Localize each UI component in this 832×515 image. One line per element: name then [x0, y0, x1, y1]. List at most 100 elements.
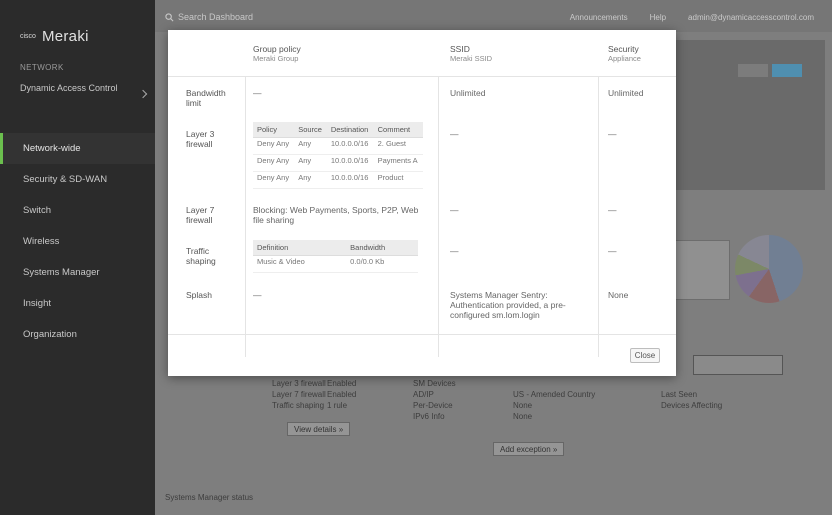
footer-divider: [168, 334, 676, 335]
splash-ssid-value: Systems Manager Sentry: Authentication p…: [450, 290, 566, 320]
column-subtitle: Appliance: [608, 54, 641, 63]
traffic-shaping-table: Definition Bandwidth Music & Video 0.0/0…: [253, 240, 418, 273]
table-cell: Any: [294, 171, 327, 189]
bandwidth-group-value: —: [253, 88, 262, 98]
splash-security-value: None: [608, 290, 629, 300]
layer3-rules-table: Policy Source Destination Comment Deny A…: [253, 122, 423, 189]
column-title: SSID: [450, 44, 470, 54]
chevron-right-icon[interactable]: [138, 89, 148, 99]
bg-stats-value-2: Enabled: [327, 390, 357, 399]
table-cell: 10.0.0.0/16: [326, 171, 374, 189]
policy-comparison-modal: Group policy Meraki Group SSID Meraki SS…: [168, 30, 676, 376]
column-header: Bandwidth: [346, 240, 418, 256]
column-header-security: Security Appliance: [608, 44, 641, 64]
column-subtitle: Meraki Group: [253, 54, 299, 63]
layer3-ssid-value: —: [450, 129, 459, 139]
table-cell: Deny Any: [253, 171, 295, 189]
column-header-ssid: SSID Meraki SSID: [450, 44, 492, 64]
bg-mid-value-2: None: [513, 401, 533, 410]
bg-stats-label-2: Layer 7 firewall: [272, 390, 326, 399]
background-photo: [660, 40, 825, 190]
network-selector[interactable]: Dynamic Access Control: [20, 83, 140, 94]
search-bar[interactable]: Search Dashboard: [165, 12, 253, 22]
table-header-row: Definition Bandwidth: [253, 240, 418, 256]
sidebar-item-security-sd-wan[interactable]: Security & SD-WAN: [0, 164, 155, 195]
row-label-splash: Splash: [186, 290, 212, 300]
help-menu[interactable]: Help: [650, 13, 666, 22]
announcements-menu[interactable]: Announcements: [570, 13, 628, 22]
table-cell: 10.0.0.0/16: [326, 137, 374, 155]
shaping-ssid-value: —: [450, 246, 459, 256]
bg-stats-value-3: 1 rule: [327, 401, 348, 410]
bg-stats-label-3: Traffic shaping: [272, 401, 325, 410]
sidebar-item-insight[interactable]: Insight: [0, 288, 155, 319]
column-header: Source: [294, 122, 327, 138]
splash-group-value: —: [253, 290, 262, 300]
table-cell: Payments A: [373, 154, 423, 172]
row-label-layer3: Layer 3 firewall: [186, 129, 215, 149]
column-header: Policy: [253, 122, 295, 138]
layer3-security-value: —: [608, 129, 617, 139]
top-bar: Search Dashboard Announcements Help admi…: [155, 0, 832, 32]
bg-mid-value-1: US - Amended Country: [513, 390, 596, 399]
layer7-security-value: —: [608, 205, 617, 215]
search-placeholder: Search Dashboard: [178, 12, 254, 22]
sidebar-nav: Network-wide Security & SD-WAN Switch Wi…: [0, 133, 155, 350]
bg-right-row-1: Last Seen: [661, 390, 698, 399]
bg-footer-title: Systems Manager status: [165, 493, 254, 502]
top-right-menu: Announcements Help admin@dynamicaccessco…: [570, 13, 814, 22]
column-divider-1: [245, 76, 246, 357]
column-title: Group policy: [253, 44, 301, 54]
bg-mid-row-3: Per-Device: [413, 401, 453, 410]
bg-right-row-2: Devices Affecting: [661, 401, 723, 410]
table-cell: Product: [373, 171, 423, 189]
bg-input-field[interactable]: [693, 355, 783, 375]
bandwidth-security-value: Unlimited: [608, 88, 644, 98]
close-button[interactable]: Close: [630, 348, 660, 363]
bg-mid-row-4: IPv6 Info: [413, 412, 445, 421]
row-label-traffic-shaping: Traffic shaping: [186, 246, 216, 266]
table-row: Deny Any Any 10.0.0.0/16 Product: [253, 171, 423, 189]
table-cell: Deny Any: [253, 154, 295, 172]
column-header: Destination: [326, 122, 374, 138]
table-row: Music & Video 0.0/0.0 Kb: [253, 255, 418, 273]
sidebar-item-organization[interactable]: Organization: [0, 319, 155, 350]
header-divider: [168, 76, 676, 77]
layer7-ssid-value: —: [450, 205, 459, 215]
bg-view-details-button[interactable]: View details »: [287, 422, 351, 436]
bg-add-exception-button[interactable]: Add exception »: [493, 442, 565, 456]
column-header: Definition: [253, 240, 347, 256]
background-pie-chart: [735, 235, 803, 303]
table-row: Deny Any Any 10.0.0.0/16 Payments A: [253, 154, 423, 172]
column-subtitle: Meraki SSID: [450, 54, 493, 63]
cisco-logo-mark: cisco: [20, 32, 36, 40]
search-icon: [165, 12, 174, 21]
meraki-logo[interactable]: cisco Meraki: [20, 26, 89, 46]
account-menu[interactable]: admin@dynamicaccesscontrol.com: [688, 13, 814, 22]
column-title: Security: [608, 44, 639, 54]
table-cell: Music & Video: [253, 255, 347, 273]
bg-mid-row-2: AD/IP: [413, 390, 434, 399]
table-header-row: Policy Source Destination Comment: [253, 122, 423, 138]
sidebar-item-wireless[interactable]: Wireless: [0, 226, 155, 257]
column-divider-2: [438, 76, 439, 357]
bg-stats-label-1: Layer 3 firewall: [272, 379, 326, 388]
sidebar-item-systems-manager[interactable]: Systems Manager: [0, 257, 155, 288]
sidebar-item-switch[interactable]: Switch: [0, 195, 155, 226]
column-header-group-policy: Group policy Meraki Group: [253, 44, 301, 64]
bg-stats-value-1: Enabled: [327, 379, 357, 388]
photo-button-left: [738, 64, 768, 77]
sidebar: cisco Meraki NETWORK Dynamic Access Cont…: [0, 0, 155, 515]
table-row: Deny Any Any 10.0.0.0/16 2. Guest: [253, 137, 423, 155]
sidebar-item-network-wide[interactable]: Network-wide: [0, 133, 155, 164]
logo-text: Meraki: [41, 27, 89, 45]
row-label-layer7: Layer 7 firewall: [186, 205, 215, 225]
bg-mid-value-3: None: [513, 412, 533, 421]
bandwidth-ssid-value: Unlimited: [450, 88, 486, 98]
bg-mid-row-1: SM Devices: [413, 379, 456, 388]
shaping-security-value: —: [608, 246, 617, 256]
table-cell: Any: [294, 154, 327, 172]
table-cell: 2. Guest: [373, 137, 423, 155]
table-cell: 0.0/0.0 Kb: [346, 255, 418, 273]
network-label: NETWORK: [20, 63, 64, 72]
